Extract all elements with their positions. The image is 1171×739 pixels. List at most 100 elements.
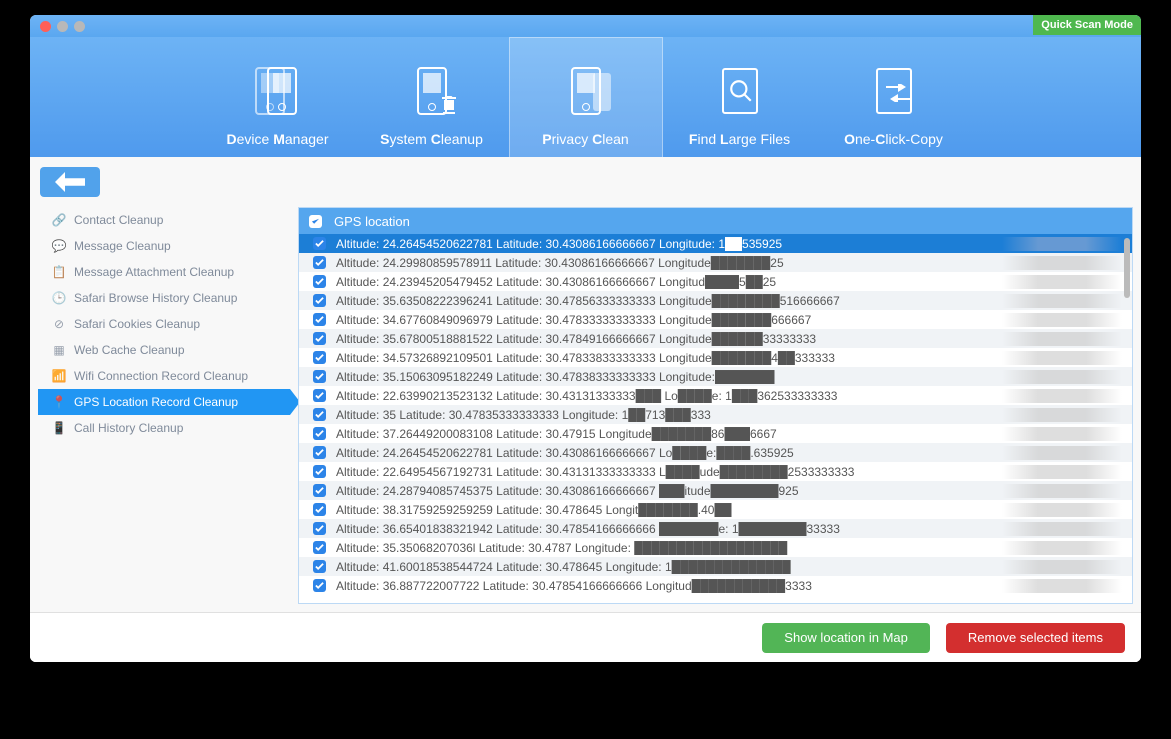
gps-row[interactable]: Altitude: 22.63990213523132 Latitude: 30… [299,386,1132,405]
arrow-left-icon [55,172,85,192]
tab-label: Privacy Clean [542,131,628,147]
gps-row-text: Altitude: 22.64954567192731 Latitude: 30… [336,465,1122,479]
gps-row[interactable]: Altitude: 35.67800518881522 Latitude: 30… [299,329,1132,348]
back-row [30,157,1141,207]
remove-selected-button[interactable]: Remove selected items [946,623,1125,653]
gps-row-text: Altitude: 24.29980859578911 Latitude: 30… [336,256,1122,270]
row-checkbox[interactable] [313,237,326,250]
tab-system[interactable]: System Cleanup [355,37,509,157]
sidebar-item-contact-cleanup[interactable]: 🔗Contact Cleanup [38,207,290,233]
sidebar-icon: 📍 [52,395,66,409]
gps-row[interactable]: Altitude: 24.26454520622781 Latitude: 30… [299,443,1132,462]
row-checkbox[interactable] [313,332,326,345]
gps-row[interactable]: Altitude: 35.35068207036l Latitude: 30.4… [299,538,1132,557]
sidebar-icon: ⊘ [52,317,66,331]
gps-row[interactable]: Altitude: 35 Latitude: 30.47835333333333… [299,405,1132,424]
sidebar-item-call-history-cleanup[interactable]: 📱Call History Cleanup [38,415,290,441]
row-checkbox[interactable] [313,389,326,402]
close-icon[interactable] [40,21,51,32]
sidebar-item-label: Message Cleanup [74,239,171,253]
footer: Show location in Map Remove selected ite… [30,612,1141,662]
list-header[interactable]: GPS location [299,208,1132,234]
scrollbar[interactable] [1124,238,1130,298]
row-checkbox[interactable] [313,522,326,535]
gps-row[interactable]: Altitude: 24.23945205479452 Latitude: 30… [299,272,1132,291]
tab-label: Find Large Files [689,131,790,147]
tab-one-[interactable]: One-Click-Copy [817,37,971,157]
sidebar-item-safari-cookies-cleanup[interactable]: ⊘ Safari Cookies Cleanup [38,311,290,337]
row-checkbox[interactable] [313,408,326,421]
gps-row[interactable]: Altitude: 35.63508222396241 Latitude: 30… [299,291,1132,310]
row-checkbox[interactable] [313,351,326,364]
tab-icon [864,61,924,121]
sidebar-icon: 📶 [52,369,66,383]
gps-row[interactable]: Altitude: 34.67760849096979 Latitude: 30… [299,310,1132,329]
gps-row[interactable]: Altitude: 22.64954567192731 Latitude: 30… [299,462,1132,481]
tab-find[interactable]: Find Large Files [663,37,817,157]
row-checkbox[interactable] [313,503,326,516]
sidebar-icon: ▦ [52,343,66,357]
row-checkbox[interactable] [313,275,326,288]
gps-row[interactable]: Altitude: 38.31759259259259 Latitude: 30… [299,500,1132,519]
zoom-icon[interactable] [74,21,85,32]
sidebar-item-label: Safari Browse History Cleanup [74,291,237,305]
row-checkbox[interactable] [313,541,326,554]
tab-device[interactable]: Device Manager [201,37,355,157]
gps-row-text: Altitude: 38.31759259259259 Latitude: 30… [336,503,1122,517]
tab-icon [710,61,770,121]
gps-row-text: Altitude: 35 Latitude: 30.47835333333333… [336,408,1122,422]
gps-row-text: Altitude: 35.35068207036l Latitude: 30.4… [336,541,1122,555]
row-checkbox[interactable] [313,446,326,459]
gps-row-text: Altitude: 34.57326892109501 Latitude: 30… [336,351,1122,365]
row-checkbox[interactable] [313,484,326,497]
row-checkbox[interactable] [313,313,326,326]
app-window: Quick Scan Mode Device Manager System Cle… [30,15,1141,662]
gps-row[interactable]: Altitude: 37.26449200083108 Latitude: 30… [299,424,1132,443]
sidebar-item-message-attachment-cleanup[interactable]: 📋Message Attachment Cleanup [38,259,290,285]
row-checkbox[interactable] [313,465,326,478]
gps-row[interactable]: Altitude: 36.887722007722 Latitude: 30.4… [299,576,1132,595]
row-checkbox[interactable] [313,427,326,440]
row-checkbox[interactable] [313,560,326,573]
gps-row[interactable]: Altitude: 36.65401838321942 Latitude: 30… [299,519,1132,538]
row-checkbox[interactable] [313,579,326,592]
tab-icon [402,61,462,121]
quick-scan-mode-badge[interactable]: Quick Scan Mode [1033,15,1141,35]
row-checkbox[interactable] [313,256,326,269]
gps-row[interactable]: Altitude: 24.26454520622781 Latitude: 30… [299,234,1132,253]
row-checkbox[interactable] [313,370,326,383]
sidebar: 🔗Contact Cleanup 💬 Message Cleanup 📋Message… [38,207,290,604]
gps-row[interactable]: Altitude: 34.57326892109501 Latitude: 30… [299,348,1132,367]
row-checkbox[interactable] [313,294,326,307]
sidebar-icon: 💬 [52,239,66,253]
gps-row-text: Altitude: 24.28794085745375 Latitude: 30… [336,484,1122,498]
show-in-map-button[interactable]: Show location in Map [762,623,930,653]
list-header-title: GPS location [334,214,410,229]
gps-row-text: Altitude: 35.63508222396241 Latitude: 30… [336,294,1122,308]
gps-row[interactable]: Altitude: 24.29980859578911 Latitude: 30… [299,253,1132,272]
tab-privacy[interactable]: Privacy Clean [509,37,663,157]
gps-row[interactable]: Altitude: 35.15063095182249 Latitude: 30… [299,367,1132,386]
gps-row[interactable]: Altitude: 24.28794085745375 Latitude: 30… [299,481,1132,500]
sidebar-item-message-cleanup[interactable]: 💬 Message Cleanup [38,233,290,259]
top-tabs: Device Manager System Cleanup Privacy Clea… [30,37,1141,157]
sidebar-item-safari-browse-history-cleanup[interactable]: 🕒Safari Browse History Cleanup [38,285,290,311]
sidebar-item-label: Wifi Connection Record Cleanup [74,369,248,383]
tab-label: Device Manager [227,131,329,147]
gps-row-text: Altitude: 41.60018538544724 Latitude: 30… [336,560,1122,574]
back-button[interactable] [40,167,100,197]
sidebar-item-wifi-connection-record-cleanup[interactable]: 📶 Wifi Connection Record Cleanup [38,363,290,389]
titlebar: Quick Scan Mode [30,15,1141,37]
gps-row[interactable]: Altitude: 41.60018538544724 Latitude: 30… [299,557,1132,576]
list-rows[interactable]: Altitude: 24.26454520622781 Latitude: 30… [299,234,1132,603]
gps-row-text: Altitude: 34.67760849096979 Latitude: 30… [336,313,1122,327]
sidebar-item-label: Safari Cookies Cleanup [74,317,200,331]
minimize-icon[interactable] [57,21,68,32]
sidebar-item-gps-location-record-cleanup[interactable]: 📍GPS Location Record Cleanup [38,389,290,415]
sidebar-item-label: Call History Cleanup [74,421,183,435]
select-all-checkbox[interactable] [309,215,322,228]
sidebar-item-label: Contact Cleanup [74,213,163,227]
tab-icon [248,61,308,121]
main-panel: GPS location Altitude: 24.26454520622781… [298,207,1133,604]
sidebar-item-web-cache-cleanup[interactable]: ▦Web Cache Cleanup [38,337,290,363]
